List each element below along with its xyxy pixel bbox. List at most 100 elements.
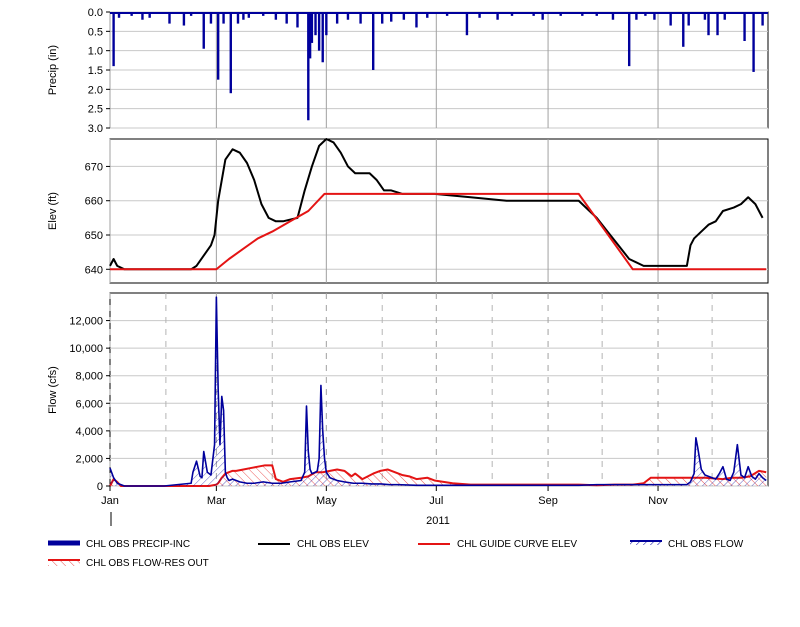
precip-bar (653, 12, 656, 20)
precip-bar (703, 12, 707, 20)
precip-bar (627, 12, 631, 67)
y-tick-label: 8,000 (75, 371, 103, 383)
y-tick-label: 0.0 (88, 7, 103, 19)
x-tick-label: Jul (429, 495, 443, 507)
precip-bar (687, 12, 690, 26)
precip-bar (415, 12, 418, 28)
legend: CHL OBS PRECIP-INC CHL OBS ELEV CHL GUID… (48, 539, 744, 569)
precip-bar (242, 12, 245, 20)
precip-bar (402, 12, 406, 20)
precip-bar (168, 12, 171, 24)
legend-label-guide-curve: CHL GUIDE CURVE ELEV (457, 539, 577, 550)
precip-bar (390, 12, 393, 22)
y-tick-label: 2,000 (75, 453, 103, 465)
precip-bar (202, 12, 205, 49)
precip-bar (314, 12, 317, 36)
flow-panel: 0 2,000 4,000 6,000 8,000 10,000 12,000 Flow (… (47, 292, 769, 493)
precip-bar (743, 12, 746, 41)
precip-y-axis-label: Precip (in) (47, 45, 59, 95)
precip-bar (236, 12, 240, 24)
precip-bar (247, 12, 251, 18)
precip-bar (752, 12, 755, 72)
precip-bar (296, 12, 299, 28)
y-tick-label: 650 (85, 230, 103, 242)
flow-plot-frame (109, 292, 769, 487)
precip-bar (559, 12, 562, 16)
y-tick-label: 10,000 (69, 343, 103, 355)
precip-bar (723, 12, 726, 20)
elev-panel: 640 650 660 670 Elev (ft) (47, 138, 769, 284)
y-tick-label: 4,000 (75, 426, 103, 438)
y-tick-label: 2.5 (88, 104, 103, 116)
legend-label-obs-elev: CHL OBS ELEV (297, 539, 369, 550)
legend-item-res-out: CHL OBS FLOW-RES OUT (48, 558, 209, 569)
y-tick-label: 2.0 (88, 84, 103, 96)
precip-bar (359, 12, 362, 24)
precip-bar (707, 12, 710, 36)
precip-bar (381, 12, 384, 24)
precip-bar (262, 12, 265, 16)
legend-item-obs-flow: CHL OBS FLOW (630, 539, 744, 550)
precip-bar (635, 12, 638, 20)
y-tick-label: 670 (85, 161, 103, 173)
precip-bar (148, 12, 151, 18)
legend-label-precip: CHL OBS PRECIP-INC (86, 539, 190, 550)
legend-item-guide-curve: CHL GUIDE CURVE ELEV (418, 539, 577, 550)
precip-panel: 0.0 0.5 1.0 1.5 2.0 2.5 3.0 Precip (in) (47, 7, 769, 135)
precip-bar (130, 12, 133, 16)
precip-bar (182, 12, 186, 26)
precip-y-ticks: 0.0 0.5 1.0 1.5 2.0 2.5 3.0 (88, 7, 110, 135)
legend-item-precip: CHL OBS PRECIP-INC (48, 539, 190, 550)
precip-bar (541, 12, 544, 20)
precip-bar (445, 12, 449, 16)
legend-label-obs-flow: CHL OBS FLOW (668, 539, 744, 550)
elev-y-ticks: 640 650 660 670 (85, 161, 110, 276)
precip-bar (189, 12, 193, 16)
precip-bar (274, 12, 278, 20)
precip-bar (426, 12, 429, 18)
y-tick-label: 3.0 (88, 123, 103, 135)
x-axis-ticks: Jan Mar May Jul Sep Nov (101, 486, 668, 507)
precip-bar (761, 12, 764, 26)
x-tick-label: Nov (648, 495, 668, 507)
flow-y-ticks: 0 2,000 4,000 6,000 8,000 10,000 12,000 (69, 316, 110, 493)
precip-bar (209, 12, 213, 24)
precip-bar (141, 12, 144, 20)
precip-bar (611, 12, 615, 20)
elev-y-axis-label: Elev (ft) (47, 192, 59, 230)
precip-bar (346, 12, 350, 20)
precip-bar (644, 12, 647, 16)
y-tick-label: 6,000 (75, 398, 103, 410)
precip-bar (478, 12, 481, 18)
y-tick-label: 640 (85, 264, 103, 276)
hydrograph-figure: 0.0 0.5 1.0 1.5 2.0 2.5 3.0 Precip (in) 640 650… (47, 7, 769, 569)
y-tick-label: 0 (97, 481, 103, 493)
precip-bar (310, 12, 314, 43)
precip-bar (335, 12, 339, 24)
precip-bar (372, 12, 375, 70)
x-tick-label: May (316, 495, 337, 507)
precip-bar (496, 12, 499, 20)
precip-bar (669, 12, 672, 26)
x-tick-label: Sep (538, 495, 558, 507)
precip-bar (229, 12, 232, 94)
elev-plot-frame (109, 138, 769, 284)
precip-bar (595, 12, 598, 16)
precip-bar (465, 12, 469, 36)
precip-bar (532, 12, 535, 16)
y-tick-label: 0.5 (88, 26, 103, 38)
precip-bar (682, 12, 685, 47)
precip-bar (216, 12, 220, 80)
legend-label-res-out: CHL OBS FLOW-RES OUT (86, 558, 209, 569)
x-tick-label: Mar (207, 495, 226, 507)
precip-bar (325, 12, 328, 36)
precip-bar (117, 12, 121, 18)
x-tick-label: Jan (101, 495, 119, 507)
flow-y-axis-label: Flow (cfs) (47, 366, 59, 414)
precip-bar (112, 12, 115, 67)
y-tick-label: 1.0 (88, 46, 103, 58)
y-tick-label: 12,000 (69, 316, 103, 328)
precip-bar (321, 12, 324, 63)
legend-item-obs-elev: CHL OBS ELEV (258, 539, 369, 550)
precip-bar (581, 12, 584, 16)
